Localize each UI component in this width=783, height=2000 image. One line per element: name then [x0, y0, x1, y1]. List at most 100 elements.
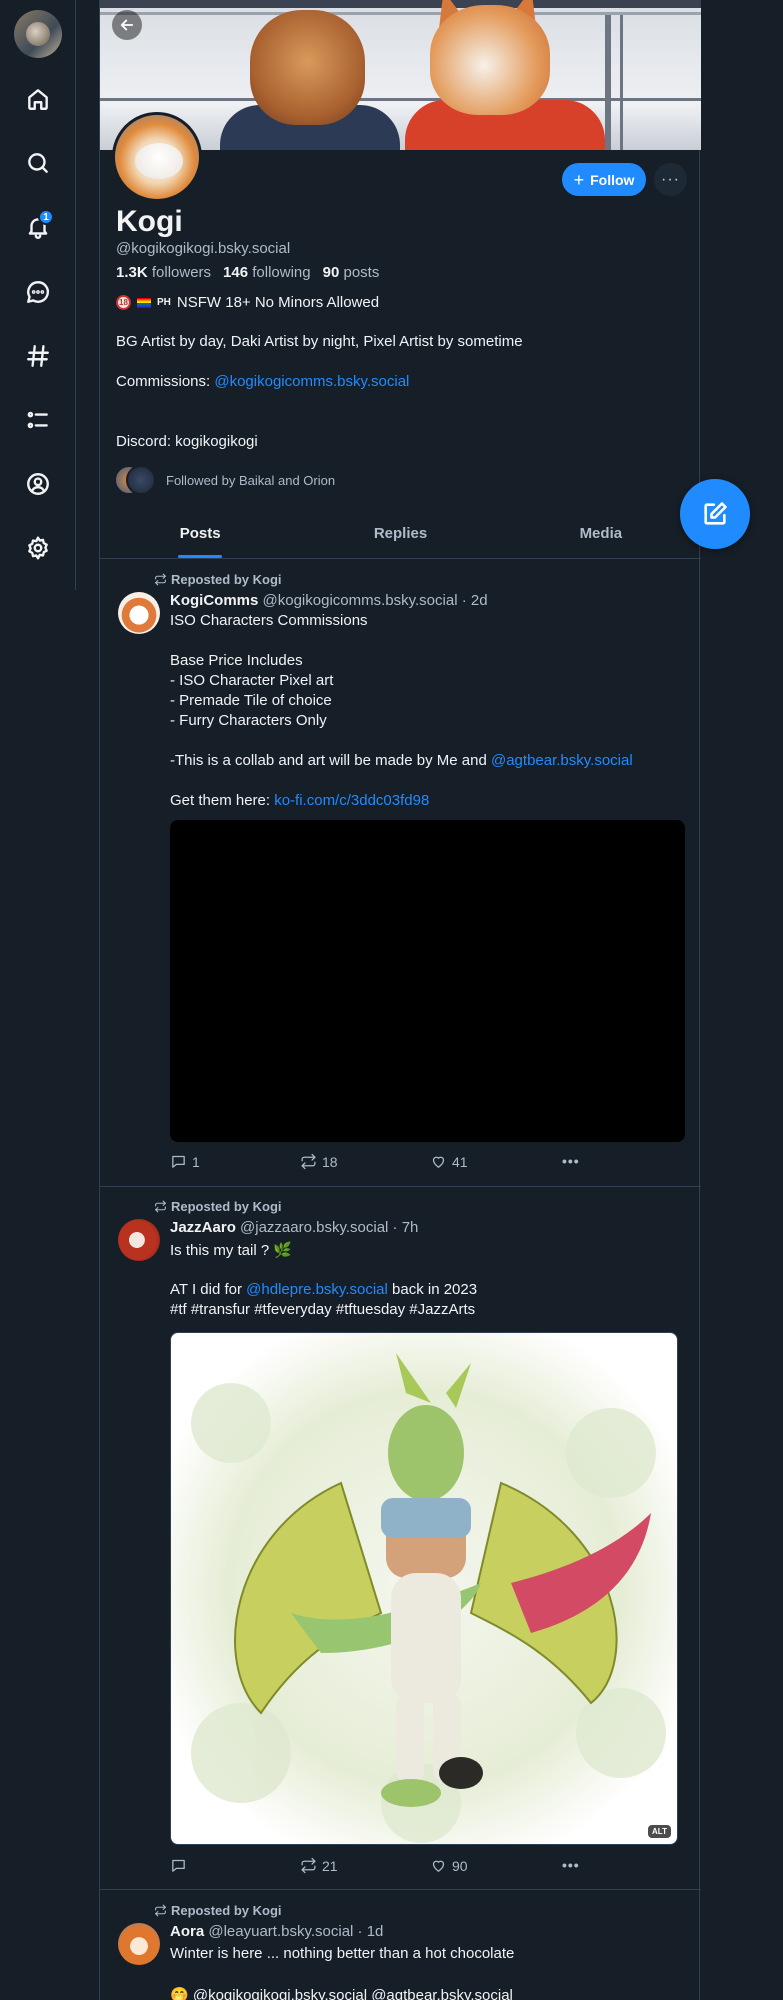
post-author-handle[interactable]: @kogikogicomms.bsky.social	[263, 592, 458, 609]
repost-icon	[301, 1857, 316, 1874]
post-text-line: -This is a collab and art will be made b…	[170, 752, 633, 769]
feed-post[interactable]: Reposted by Kogi Aora @leayuart.bsky.soc…	[100, 1891, 701, 2000]
post-actions: 21 90 •••	[170, 1857, 590, 1877]
nav-home[interactable]	[22, 83, 54, 115]
post-header: JazzAaro @jazzaaro.bsky.social · 7h	[170, 1219, 418, 1236]
compose-button[interactable]	[680, 479, 750, 549]
reply-icon	[172, 1859, 185, 1872]
hashtag-icon	[27, 345, 49, 367]
post-text-line: Is this my tail ? 🌿	[170, 1242, 293, 1259]
reply-count: 1	[192, 1153, 200, 1170]
notification-badge: 1	[38, 209, 54, 225]
post-more-button[interactable]: •••	[562, 1153, 580, 1169]
post-time[interactable]: · 2d	[462, 592, 488, 609]
follow-label: Follow	[590, 171, 635, 188]
post-text-line: ISO Characters Commissions	[170, 612, 368, 629]
feed-post[interactable]: Reposted by Kogi JazzAaro @jazzaaro.bsky…	[100, 1187, 701, 1890]
tab-replies[interactable]: Replies	[300, 513, 500, 558]
nav-chat[interactable]	[22, 276, 54, 308]
post-header: Aora @leayuart.bsky.social · 1d	[170, 1923, 383, 1940]
ellipsis-icon: ···	[661, 170, 680, 188]
post-image[interactable]: ALT	[170, 1332, 678, 1845]
tab-media[interactable]: Media	[501, 513, 701, 558]
bio-discord: Discord: kogikogikogi	[116, 433, 258, 450]
heart-icon	[432, 1156, 445, 1168]
nav-search[interactable]	[22, 147, 54, 179]
repost-count: 18	[322, 1153, 338, 1170]
post-author-handle[interactable]: @leayuart.bsky.social	[208, 1923, 353, 1940]
post-text-line: Base Price Includes	[170, 652, 303, 669]
post-time[interactable]: · 1d	[358, 1923, 384, 1940]
age-18-icon: 18	[116, 295, 131, 310]
repost-button[interactable]: 21	[300, 1857, 338, 1874]
repost-button[interactable]: 18	[300, 1153, 338, 1170]
nav-lists[interactable]	[22, 404, 54, 436]
post-more-button[interactable]: •••	[562, 1857, 580, 1873]
post-text-line: Get them here: ko-fi.com/c/3ddc03fd98	[170, 792, 430, 809]
chat-bubble-icon	[27, 281, 50, 303]
ellipsis-icon: •••	[562, 1857, 580, 1873]
nav-notifications[interactable]: 1	[22, 209, 54, 243]
nav-feeds[interactable]	[22, 340, 54, 372]
plus-icon: +	[573, 169, 585, 190]
user-avatar[interactable]	[14, 10, 62, 58]
post-hashtags[interactable]: #tf #transfur #tfeveryday #tftuesday #Ja…	[170, 1301, 475, 1318]
reply-button[interactable]: 1	[170, 1153, 200, 1170]
compose-icon	[704, 502, 727, 525]
dragon-illustration	[191, 1353, 666, 1843]
followers-stat[interactable]: 1.3K followers	[116, 264, 211, 281]
profile-stats: 1.3K followers 146 following 90 posts	[116, 264, 385, 281]
post-text-line: - Premade Tile of choice	[170, 692, 332, 709]
nav-settings[interactable]	[22, 532, 54, 564]
followed-by-text: Followed by Baikal and Orion	[166, 472, 336, 488]
profile-avatar[interactable]	[112, 112, 202, 202]
repost-icon	[155, 573, 166, 586]
nav-profile[interactable]	[22, 468, 54, 500]
post-author-avatar[interactable]	[118, 592, 160, 634]
followed-by-avatars	[114, 465, 156, 495]
reply-button[interactable]	[170, 1857, 192, 1874]
mention-link[interactable]: @hdlepre.bsky.social	[246, 1281, 388, 1298]
heart-icon	[432, 1860, 445, 1872]
repost-indicator: Reposted by Kogi	[154, 1903, 282, 1918]
post-time[interactable]: · 7h	[393, 1219, 419, 1236]
back-button[interactable]	[112, 10, 142, 40]
post-actions: 1 18 41 •••	[170, 1153, 590, 1173]
nsfw-notice: NSFW 18+ No Minors Allowed	[176, 294, 380, 311]
post-text-line: Winter is here ... nothing better than a…	[170, 1945, 515, 1962]
reply-icon	[172, 1155, 185, 1168]
post-mentions[interactable]: 🤭 @kogikogikogi.bsky.social @agtbear.bsk…	[170, 1986, 513, 2000]
post-author-avatar[interactable]	[118, 1219, 160, 1261]
profile-badges: 18 PH NSFW 18+ No Minors Allowed	[116, 294, 379, 311]
tab-posts[interactable]: Posts	[100, 513, 300, 558]
post-text-line: - Furry Characters Only	[170, 712, 327, 729]
repost-icon	[301, 1153, 316, 1170]
home-icon	[28, 89, 48, 110]
follow-button[interactable]: + Follow	[562, 163, 646, 196]
like-count: 90	[452, 1857, 468, 1874]
following-stat[interactable]: 146 following	[223, 264, 311, 281]
post-author-name[interactable]: Aora	[170, 1923, 204, 1940]
ellipsis-icon: •••	[562, 1153, 580, 1169]
bio-commissions: Commissions: @kogikogicomms.bsky.social	[116, 373, 410, 390]
followed-by[interactable]: Followed by Baikal and Orion	[114, 465, 335, 495]
commissions-link[interactable]: @kogikogicomms.bsky.social	[214, 373, 409, 390]
post-author-avatar[interactable]	[118, 1923, 160, 1965]
kofi-link[interactable]: ko-fi.com/c/3ddc03fd98	[274, 792, 429, 809]
post-author-handle[interactable]: @jazzaaro.bsky.social	[240, 1219, 388, 1236]
repost-icon	[155, 1904, 166, 1917]
feed-post[interactable]: Reposted by Kogi KogiComms @kogikogicomm…	[100, 560, 701, 1187]
post-author-name[interactable]: JazzAaro	[170, 1219, 236, 1236]
alt-text-badge[interactable]: ALT	[648, 1825, 671, 1838]
main-column: + Follow ··· Kogi @kogikogikogi.bsky.soc…	[99, 0, 701, 2000]
post-video[interactable]	[170, 820, 685, 1142]
like-button[interactable]: 90	[430, 1857, 468, 1874]
repost-indicator: Reposted by Kogi	[154, 572, 282, 587]
like-button[interactable]: 41	[430, 1153, 468, 1170]
post-text-line: - ISO Character Pixel art	[170, 672, 334, 689]
more-options-button[interactable]: ···	[654, 163, 687, 196]
profile-tabs: Posts Replies Media	[100, 513, 701, 559]
posts-stat: 90 posts	[322, 264, 380, 281]
mention-link[interactable]: @agtbear.bsky.social	[491, 752, 633, 769]
post-author-name[interactable]: KogiComms	[170, 592, 258, 609]
